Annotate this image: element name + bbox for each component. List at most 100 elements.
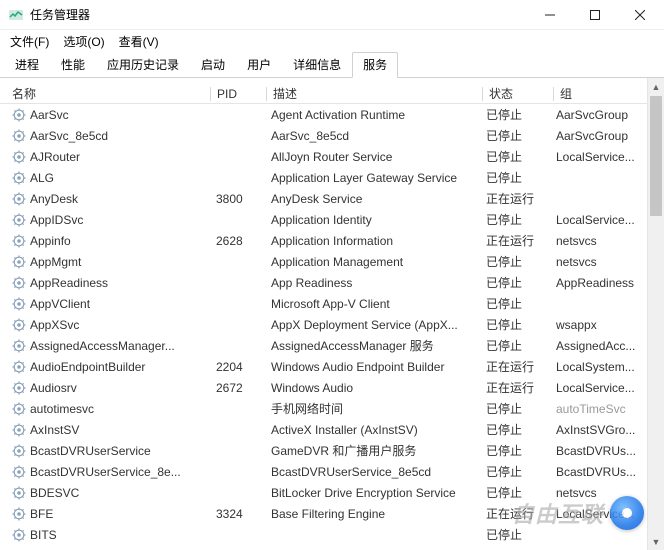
service-name: BcastDVRUserService_8e... (30, 465, 181, 479)
table-row[interactable]: AppMgmtApplication Management已停止netsvcs (0, 251, 664, 272)
table-row[interactable]: BDESVCBitLocker Drive Encryption Service… (0, 482, 664, 503)
column-pid[interactable]: PID (211, 87, 266, 101)
minimize-button[interactable] (527, 0, 572, 30)
service-pid: 3800 (210, 192, 265, 206)
table-row[interactable]: AppVClientMicrosoft App-V Client已停止 (0, 293, 664, 314)
maximize-button[interactable] (572, 0, 617, 30)
scroll-up-button[interactable]: ▲ (648, 78, 664, 95)
table-row[interactable]: BITS已停止 (0, 524, 664, 545)
gear-icon (12, 528, 26, 542)
service-description: Windows Audio Endpoint Builder (265, 360, 480, 374)
service-status: 已停止 (480, 484, 550, 501)
tab-services[interactable]: 服务 (352, 52, 398, 78)
service-status: 已停止 (480, 337, 550, 354)
gear-icon (12, 213, 26, 227)
service-status: 已停止 (480, 169, 550, 186)
app-icon (8, 7, 24, 23)
table-row[interactable]: AppIDSvcApplication Identity已停止LocalServ… (0, 209, 664, 230)
table-row[interactable]: BcastDVRUserServiceGameDVR 和广播用户服务已停止Bca… (0, 440, 664, 461)
table-row[interactable]: AarSvc_8e5cdAarSvc_8e5cd已停止AarSvcGroup (0, 125, 664, 146)
gear-icon (12, 108, 26, 122)
gear-icon (12, 192, 26, 206)
service-name: AxInstSV (30, 423, 79, 437)
table-row[interactable]: BFE3324Base Filtering Engine正在运行LocalSer… (0, 503, 664, 524)
service-status: 已停止 (480, 211, 550, 228)
vertical-scrollbar[interactable]: ▲ ▼ (647, 78, 664, 550)
service-pid: 2204 (210, 360, 265, 374)
service-pid: 2628 (210, 234, 265, 248)
service-status: 已停止 (480, 106, 550, 123)
tab-performance[interactable]: 性能 (50, 52, 96, 77)
tab-app-history[interactable]: 应用历史记录 (96, 52, 190, 77)
menu-view[interactable]: 查看(V) (113, 31, 165, 52)
table-row[interactable]: AJRouterAllJoyn Router Service已停止LocalSe… (0, 146, 664, 167)
titlebar: 任务管理器 (0, 0, 664, 30)
tab-startup[interactable]: 启动 (190, 52, 236, 77)
gear-icon (12, 276, 26, 290)
close-button[interactable] (617, 0, 662, 30)
menu-file[interactable]: 文件(F) (4, 31, 55, 52)
service-status: 正在运行 (480, 379, 550, 396)
menubar: 文件(F) 选项(O) 查看(V) (0, 30, 664, 52)
service-name: autotimesvc (30, 402, 94, 416)
service-status: 正在运行 (480, 232, 550, 249)
service-status: 已停止 (480, 316, 550, 333)
tab-users[interactable]: 用户 (236, 52, 282, 77)
scroll-thumb[interactable] (650, 96, 662, 216)
table-row[interactable]: AxInstSVActiveX Installer (AxInstSV)已停止A… (0, 419, 664, 440)
gear-icon (12, 507, 26, 521)
service-name: Audiosrv (30, 381, 77, 395)
service-status: 正在运行 (480, 190, 550, 207)
service-name: AppIDSvc (30, 213, 83, 227)
service-name: Appinfo (30, 234, 71, 248)
table-row[interactable]: AudioEndpointBuilder2204Windows Audio En… (0, 356, 664, 377)
service-name: AppMgmt (30, 255, 81, 269)
service-description: Windows Audio (265, 381, 480, 395)
service-name: AppReadiness (30, 276, 108, 290)
gear-icon (12, 486, 26, 500)
gear-icon (12, 255, 26, 269)
table-row[interactable]: AppReadinessApp Readiness已停止AppReadiness (0, 272, 664, 293)
scroll-down-button[interactable]: ▼ (648, 533, 664, 550)
table-row[interactable]: AarSvcAgent Activation Runtime已停止AarSvcG… (0, 104, 664, 125)
gear-icon (12, 381, 26, 395)
service-status: 已停止 (480, 253, 550, 270)
service-name: BDESVC (30, 486, 79, 500)
service-description: Base Filtering Engine (265, 507, 480, 521)
column-description[interactable]: 描述 (267, 85, 482, 102)
tab-strip: 进程 性能 应用历史记录 启动 用户 详细信息 服务 (0, 52, 664, 78)
service-name: BcastDVRUserService (30, 444, 151, 458)
gear-icon (12, 402, 26, 416)
service-description: AssignedAccessManager 服务 (265, 337, 480, 354)
tab-details[interactable]: 详细信息 (282, 52, 352, 77)
service-name: AarSvc_8e5cd (30, 129, 108, 143)
service-description: BcastDVRUserService_8e5cd (265, 465, 480, 479)
table-row[interactable]: AppXSvcAppX Deployment Service (AppX...已… (0, 314, 664, 335)
gear-icon (12, 444, 26, 458)
table-row[interactable]: autotimesvc手机网络时间已停止autoTimeSvc (0, 398, 664, 419)
gear-icon (12, 423, 26, 437)
gear-icon (12, 465, 26, 479)
column-status[interactable]: 状态 (483, 85, 553, 102)
table-row[interactable]: BcastDVRUserService_8e... BcastDVRUserSer… (0, 461, 664, 482)
table-row[interactable]: AnyDesk3800AnyDesk Service正在运行 (0, 188, 664, 209)
service-status: 已停止 (480, 526, 550, 543)
table-row[interactable]: Appinfo2628Application Information正在运行ne… (0, 230, 664, 251)
gear-icon (12, 318, 26, 332)
table-row[interactable]: ALGApplication Layer Gateway Service已停止 (0, 167, 664, 188)
service-description: ActiveX Installer (AxInstSV) (265, 423, 480, 437)
service-pid: 3324 (210, 507, 265, 521)
service-description: AllJoyn Router Service (265, 150, 480, 164)
gear-icon (12, 129, 26, 143)
table-row[interactable]: AssignedAccessManager...AssignedAccessMa… (0, 335, 664, 356)
table-row[interactable]: Audiosrv2672Windows Audio正在运行LocalServic… (0, 377, 664, 398)
gear-icon (12, 150, 26, 164)
service-status: 已停止 (480, 148, 550, 165)
service-description: GameDVR 和广播用户服务 (265, 442, 480, 459)
column-name[interactable]: 名称 (0, 85, 210, 102)
menu-options[interactable]: 选项(O) (57, 31, 110, 52)
service-name: AppVClient (30, 297, 90, 311)
service-status: 已停止 (480, 127, 550, 144)
service-description: Application Layer Gateway Service (265, 171, 480, 185)
tab-processes[interactable]: 进程 (4, 52, 50, 77)
